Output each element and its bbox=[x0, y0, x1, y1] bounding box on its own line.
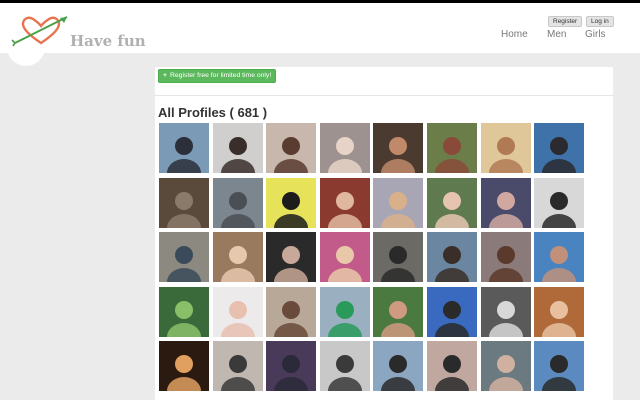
profile-thumbnail[interactable] bbox=[159, 286, 209, 337]
profile-thumbnail[interactable] bbox=[266, 341, 317, 392]
profile-thumbnail[interactable] bbox=[373, 286, 424, 337]
nav-girls[interactable]: Girls bbox=[585, 29, 606, 40]
nav-men[interactable]: Men bbox=[547, 29, 566, 40]
profiles-panel: + Register free for limited time only! Al… bbox=[155, 67, 613, 400]
profile-thumbnail[interactable] bbox=[212, 286, 263, 337]
profile-photo bbox=[159, 177, 209, 228]
profile-photo bbox=[212, 286, 263, 337]
profile-thumbnail[interactable] bbox=[212, 123, 263, 173]
profile-thumbnail[interactable] bbox=[373, 232, 424, 283]
profile-photo bbox=[426, 232, 477, 283]
profile-photo bbox=[534, 123, 585, 173]
profile-thumbnail[interactable] bbox=[480, 286, 531, 337]
profile-photo bbox=[159, 123, 209, 173]
profile-thumbnail[interactable] bbox=[373, 177, 424, 228]
profile-photo bbox=[534, 341, 585, 392]
divider bbox=[155, 95, 613, 96]
profile-photo bbox=[426, 177, 477, 228]
profile-photo bbox=[426, 123, 477, 173]
profile-thumbnail[interactable] bbox=[534, 232, 585, 283]
profile-photo bbox=[426, 286, 477, 337]
profile-photo bbox=[319, 177, 370, 228]
profile-thumbnail[interactable] bbox=[159, 341, 209, 392]
profile-photo bbox=[373, 286, 424, 337]
profile-photo bbox=[373, 177, 424, 228]
profile-thumbnail[interactable] bbox=[426, 341, 477, 392]
profile-photo bbox=[266, 123, 317, 173]
brand-name[interactable]: Have fun bbox=[70, 32, 146, 50]
profile-photo bbox=[212, 177, 263, 228]
profile-grid bbox=[159, 123, 585, 392]
profile-thumbnail[interactable] bbox=[534, 341, 585, 392]
profile-thumbnail[interactable] bbox=[319, 177, 370, 228]
profile-photo bbox=[319, 341, 370, 392]
profile-thumbnail[interactable] bbox=[266, 286, 317, 337]
profile-photo bbox=[319, 232, 370, 283]
site-header: Have fun Register Log in Home Men Girls bbox=[0, 3, 640, 66]
profile-thumbnail[interactable] bbox=[319, 341, 370, 392]
profile-photo bbox=[319, 286, 370, 337]
profile-thumbnail[interactable] bbox=[319, 232, 370, 283]
profile-photo bbox=[159, 286, 209, 337]
profile-thumbnail[interactable] bbox=[319, 286, 370, 337]
profile-thumbnail[interactable] bbox=[480, 341, 531, 392]
profile-thumbnail[interactable] bbox=[159, 123, 209, 173]
profile-thumbnail[interactable] bbox=[534, 286, 585, 337]
profile-thumbnail[interactable] bbox=[373, 123, 424, 173]
profile-photo bbox=[212, 232, 263, 283]
profile-photo bbox=[212, 123, 263, 173]
profile-thumbnail[interactable] bbox=[159, 177, 209, 228]
profile-photo bbox=[373, 123, 424, 173]
heart-arrow-logo-icon[interactable] bbox=[11, 13, 71, 49]
profile-photo bbox=[319, 123, 370, 173]
page-title: All Profiles ( 681 ) bbox=[158, 105, 268, 120]
profile-photo bbox=[266, 232, 317, 283]
profile-thumbnail[interactable] bbox=[480, 123, 531, 173]
profile-thumbnail[interactable] bbox=[534, 177, 585, 228]
profile-photo bbox=[480, 123, 531, 173]
login-button[interactable]: Log in bbox=[586, 16, 614, 27]
profile-photo bbox=[266, 286, 317, 337]
plus-icon: + bbox=[163, 72, 167, 79]
profile-thumbnail[interactable] bbox=[212, 232, 263, 283]
profile-photo bbox=[534, 232, 585, 283]
profile-thumbnail[interactable] bbox=[319, 123, 370, 173]
profile-photo bbox=[159, 341, 209, 392]
profile-thumbnail[interactable] bbox=[212, 341, 263, 392]
profile-photo bbox=[266, 341, 317, 392]
register-free-label: Register free for limited time only! bbox=[169, 72, 272, 79]
profile-photo bbox=[373, 232, 424, 283]
profile-thumbnail[interactable] bbox=[159, 232, 209, 283]
nav-home[interactable]: Home bbox=[501, 29, 528, 40]
register-button[interactable]: Register bbox=[548, 16, 583, 27]
profile-photo bbox=[212, 341, 263, 392]
profile-thumbnail[interactable] bbox=[426, 232, 477, 283]
profile-thumbnail[interactable] bbox=[426, 177, 477, 228]
profile-thumbnail[interactable] bbox=[426, 286, 477, 337]
profile-thumbnail[interactable] bbox=[480, 177, 531, 228]
profile-photo bbox=[159, 232, 209, 283]
register-free-button[interactable]: + Register free for limited time only! bbox=[158, 69, 277, 83]
profile-thumbnail[interactable] bbox=[266, 177, 317, 228]
profile-photo bbox=[426, 341, 477, 392]
profile-thumbnail[interactable] bbox=[426, 123, 477, 173]
profile-photo bbox=[480, 286, 531, 337]
profile-photo bbox=[534, 177, 585, 228]
profile-photo bbox=[480, 232, 531, 283]
profile-thumbnail[interactable] bbox=[373, 341, 424, 392]
profile-photo bbox=[373, 341, 424, 392]
profile-thumbnail[interactable] bbox=[534, 123, 585, 173]
profile-thumbnail[interactable] bbox=[212, 177, 263, 228]
profile-photo bbox=[480, 341, 531, 392]
profile-photo bbox=[534, 286, 585, 337]
profile-thumbnail[interactable] bbox=[266, 123, 317, 173]
profile-thumbnail[interactable] bbox=[266, 232, 317, 283]
profile-photo bbox=[480, 177, 531, 228]
profile-photo bbox=[266, 177, 317, 228]
profile-thumbnail[interactable] bbox=[480, 232, 531, 283]
